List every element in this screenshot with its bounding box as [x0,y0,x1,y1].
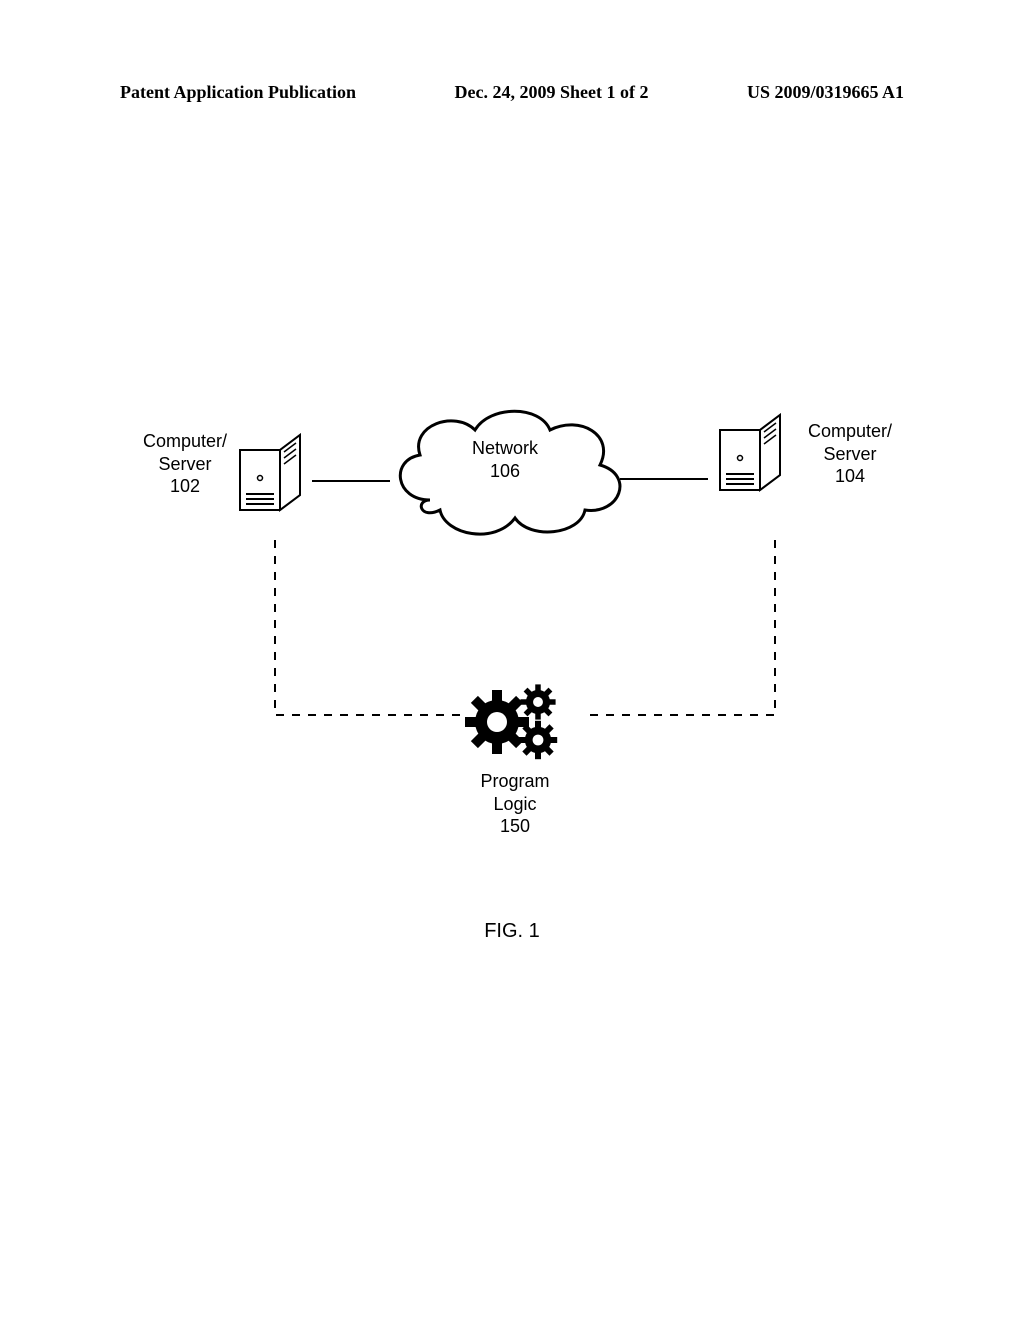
network-ref: 106 [415,460,595,483]
page-header: Patent Application Publication Dec. 24, … [120,82,904,103]
server-right-label: Computer/ Server 104 [800,420,900,488]
program-l2: Logic [465,793,565,816]
server-right-ref: 104 [800,465,900,488]
program-l1: Program [465,770,565,793]
server-right-icon [710,410,790,510]
server-left-label: Computer/ Server 102 [140,430,230,498]
figure-caption: FIG. 1 [120,920,904,943]
server-left-l1: Computer/ [140,430,230,453]
figure-diagram: Computer/ Server 102 Computer/ Server 10… [120,320,904,920]
gears-icon [460,680,570,770]
connector-right [620,478,708,480]
server-left-ref: 102 [140,475,230,498]
server-right-l2: Server [800,443,900,466]
program-ref: 150 [465,815,565,838]
server-left-icon [230,430,310,530]
header-right: US 2009/0319665 A1 [747,82,904,103]
program-logic-label: Program Logic 150 [465,770,565,838]
header-center: Dec. 24, 2009 Sheet 1 of 2 [455,82,649,103]
network-label: Network 106 [415,437,595,482]
connector-left [312,480,390,482]
network-label-text: Network [415,437,595,460]
server-left-l2: Server [140,453,230,476]
header-left: Patent Application Publication [120,82,356,103]
server-right-l1: Computer/ [800,420,900,443]
